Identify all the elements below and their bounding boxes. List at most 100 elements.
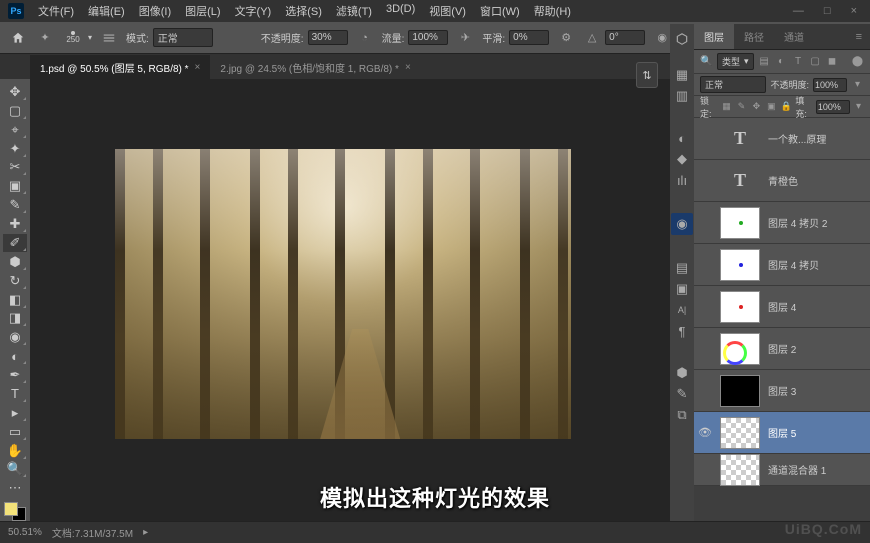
layer-thumbnail[interactable]: T bbox=[720, 165, 760, 197]
filter-type-icon[interactable]: T bbox=[792, 55, 805, 68]
filter-toggle-switch[interactable]: ⬤ bbox=[851, 55, 864, 68]
layer-name[interactable]: 图层 4 拷贝 bbox=[768, 257, 819, 272]
color-panel-icon[interactable]: ▦ bbox=[673, 66, 691, 84]
layer-thumbnail[interactable] bbox=[720, 291, 760, 323]
properties-panel-icon[interactable]: ▣ bbox=[673, 280, 691, 298]
zoom-tool[interactable]: 🔍 bbox=[3, 461, 27, 479]
tool-preset-icon[interactable]: ✦ bbox=[36, 29, 54, 47]
menu-image[interactable]: 图像(I) bbox=[133, 0, 177, 22]
smoothing-input[interactable] bbox=[509, 30, 549, 45]
layer-name[interactable]: 图层 3 bbox=[768, 383, 796, 398]
brush-settings-panel-icon[interactable]: ✎ bbox=[673, 385, 691, 403]
menu-type[interactable]: 文字(Y) bbox=[229, 0, 278, 22]
brush-preset-picker[interactable]: 250 ▾ bbox=[62, 28, 92, 48]
layers-tab[interactable]: 图层 bbox=[694, 24, 734, 49]
channels-tab[interactable]: 通道 bbox=[774, 24, 814, 49]
close-tab-icon[interactable]: × bbox=[195, 62, 201, 73]
visibility-toggle[interactable] bbox=[698, 342, 712, 356]
pen-tool[interactable]: ✒ bbox=[3, 366, 27, 384]
histogram-panel-icon[interactable]: ılı bbox=[673, 171, 691, 189]
filter-toggle-icon[interactable]: ⇅ bbox=[636, 62, 658, 88]
lock-brush-icon[interactable]: ✎ bbox=[736, 100, 748, 114]
shape-tool[interactable]: ▭ bbox=[3, 423, 27, 441]
layer-row[interactable]: 通道混合器 1 bbox=[694, 454, 870, 486]
filter-smart-icon[interactable]: ◼ bbox=[826, 55, 839, 68]
layer-name[interactable]: 一个教...原理 bbox=[768, 131, 826, 146]
visibility-toggle[interactable] bbox=[698, 132, 712, 146]
clone-source-panel-icon[interactable]: ⧉ bbox=[673, 406, 691, 424]
lock-position-icon[interactable]: ✥ bbox=[750, 100, 762, 114]
pressure-opacity-icon[interactable]: ◔ bbox=[356, 29, 374, 47]
marquee-tool[interactable]: ▢ bbox=[3, 102, 27, 120]
lock-pixels-icon[interactable]: ▦ bbox=[721, 100, 733, 114]
home-icon[interactable] bbox=[8, 28, 28, 48]
layer-opacity-input[interactable] bbox=[813, 78, 847, 92]
lock-artboard-icon[interactable]: ▣ bbox=[765, 100, 777, 114]
libraries-panel-icon[interactable]: ▤ bbox=[673, 259, 691, 277]
visibility-toggle[interactable] bbox=[698, 174, 712, 188]
layer-row[interactable]: 图层 4 拷贝 bbox=[694, 244, 870, 286]
type-tool[interactable]: T bbox=[3, 385, 27, 403]
layer-name[interactable]: 图层 2 bbox=[768, 341, 796, 356]
panel-menu-icon[interactable]: ≡ bbox=[848, 26, 870, 48]
styles-panel-icon[interactable]: ◆ bbox=[673, 150, 691, 168]
layer-row[interactable]: 图层 2 bbox=[694, 328, 870, 370]
layer-thumbnail[interactable] bbox=[720, 333, 760, 365]
layer-thumbnail[interactable] bbox=[720, 207, 760, 239]
layer-row[interactable]: T 一个教...原理 bbox=[694, 118, 870, 160]
menu-edit[interactable]: 编辑(E) bbox=[82, 0, 131, 22]
menu-help[interactable]: 帮助(H) bbox=[528, 0, 577, 22]
brush-settings-icon[interactable] bbox=[100, 29, 118, 47]
airbrush-icon[interactable]: ✈ bbox=[456, 29, 474, 47]
opacity-dropdown-icon[interactable]: ▾ bbox=[851, 78, 864, 91]
flow-input[interactable] bbox=[408, 30, 448, 45]
edit-toolbar[interactable]: ⋯ bbox=[3, 479, 27, 497]
layer-name[interactable]: 图层 4 bbox=[768, 299, 796, 314]
status-arrow-icon[interactable]: ▸ bbox=[143, 527, 148, 538]
menu-layer[interactable]: 图层(L) bbox=[179, 0, 226, 22]
quick-select-tool[interactable]: ✦ bbox=[3, 140, 27, 158]
layer-name[interactable]: 图层 5 bbox=[768, 425, 796, 440]
layer-name[interactable]: 青橙色 bbox=[768, 173, 798, 188]
zoom-level[interactable]: 50.51% bbox=[8, 527, 42, 538]
menu-filter[interactable]: 滤镜(T) bbox=[330, 0, 378, 22]
close-tab-icon[interactable]: × bbox=[405, 62, 411, 73]
pressure-size-icon[interactable]: ◉ bbox=[653, 29, 671, 47]
layer-thumbnail[interactable]: T bbox=[720, 123, 760, 155]
layer-thumbnail[interactable] bbox=[720, 375, 760, 407]
visibility-toggle[interactable] bbox=[698, 384, 712, 398]
character-panel-icon[interactable]: A| bbox=[673, 301, 691, 319]
lasso-tool[interactable]: ⌖ bbox=[3, 121, 27, 139]
healing-tool[interactable]: ✚ bbox=[3, 215, 27, 233]
layer-thumbnail[interactable] bbox=[720, 249, 760, 281]
document-info[interactable]: 文档:7.31M/37.5M bbox=[52, 525, 133, 540]
color-swatches[interactable] bbox=[4, 502, 26, 521]
visibility-toggle[interactable] bbox=[698, 463, 712, 477]
filter-kind-select[interactable]: 类型▾ bbox=[717, 53, 754, 70]
document-tab-2[interactable]: 2.jpg @ 24.5% (色相/饱和度 1, RGB/8) *× bbox=[210, 55, 420, 79]
blend-mode-select[interactable]: 正常 bbox=[700, 76, 766, 93]
frame-tool[interactable]: ▣ bbox=[3, 177, 27, 195]
dodge-tool[interactable]: ◐ bbox=[3, 347, 27, 365]
filter-search-icon[interactable]: 🔍 bbox=[700, 55, 713, 68]
layer-name[interactable]: 图层 4 拷贝 2 bbox=[768, 215, 827, 230]
stamp-tool[interactable]: ⬢ bbox=[3, 253, 27, 271]
minimize-button[interactable]: — bbox=[788, 3, 809, 19]
close-button[interactable]: × bbox=[846, 3, 862, 19]
canvas[interactable] bbox=[115, 149, 571, 439]
blend-mode-select[interactable]: 正常 bbox=[153, 28, 213, 47]
visibility-toggle[interactable] bbox=[698, 300, 712, 314]
brush-tool[interactable]: ✐ bbox=[3, 234, 27, 252]
layer-row[interactable]: 图层 4 拷贝 2 bbox=[694, 202, 870, 244]
maximize-button[interactable]: □ bbox=[819, 3, 836, 19]
eyedropper-tool[interactable]: ✎ bbox=[3, 196, 27, 214]
hand-tool[interactable]: ✋ bbox=[3, 442, 27, 460]
paths-tab[interactable]: 路径 bbox=[734, 24, 774, 49]
layer-row[interactable]: 图层 3 bbox=[694, 370, 870, 412]
adjustments-panel-icon[interactable]: ◐ bbox=[673, 129, 691, 147]
brushes-panel-icon[interactable]: ⬢ bbox=[673, 364, 691, 382]
visibility-toggle[interactable] bbox=[698, 258, 712, 272]
history-brush-tool[interactable]: ↻ bbox=[3, 272, 27, 290]
smoothing-options-icon[interactable]: ⚙ bbox=[557, 29, 575, 47]
move-tool[interactable]: ✥ bbox=[3, 83, 27, 101]
